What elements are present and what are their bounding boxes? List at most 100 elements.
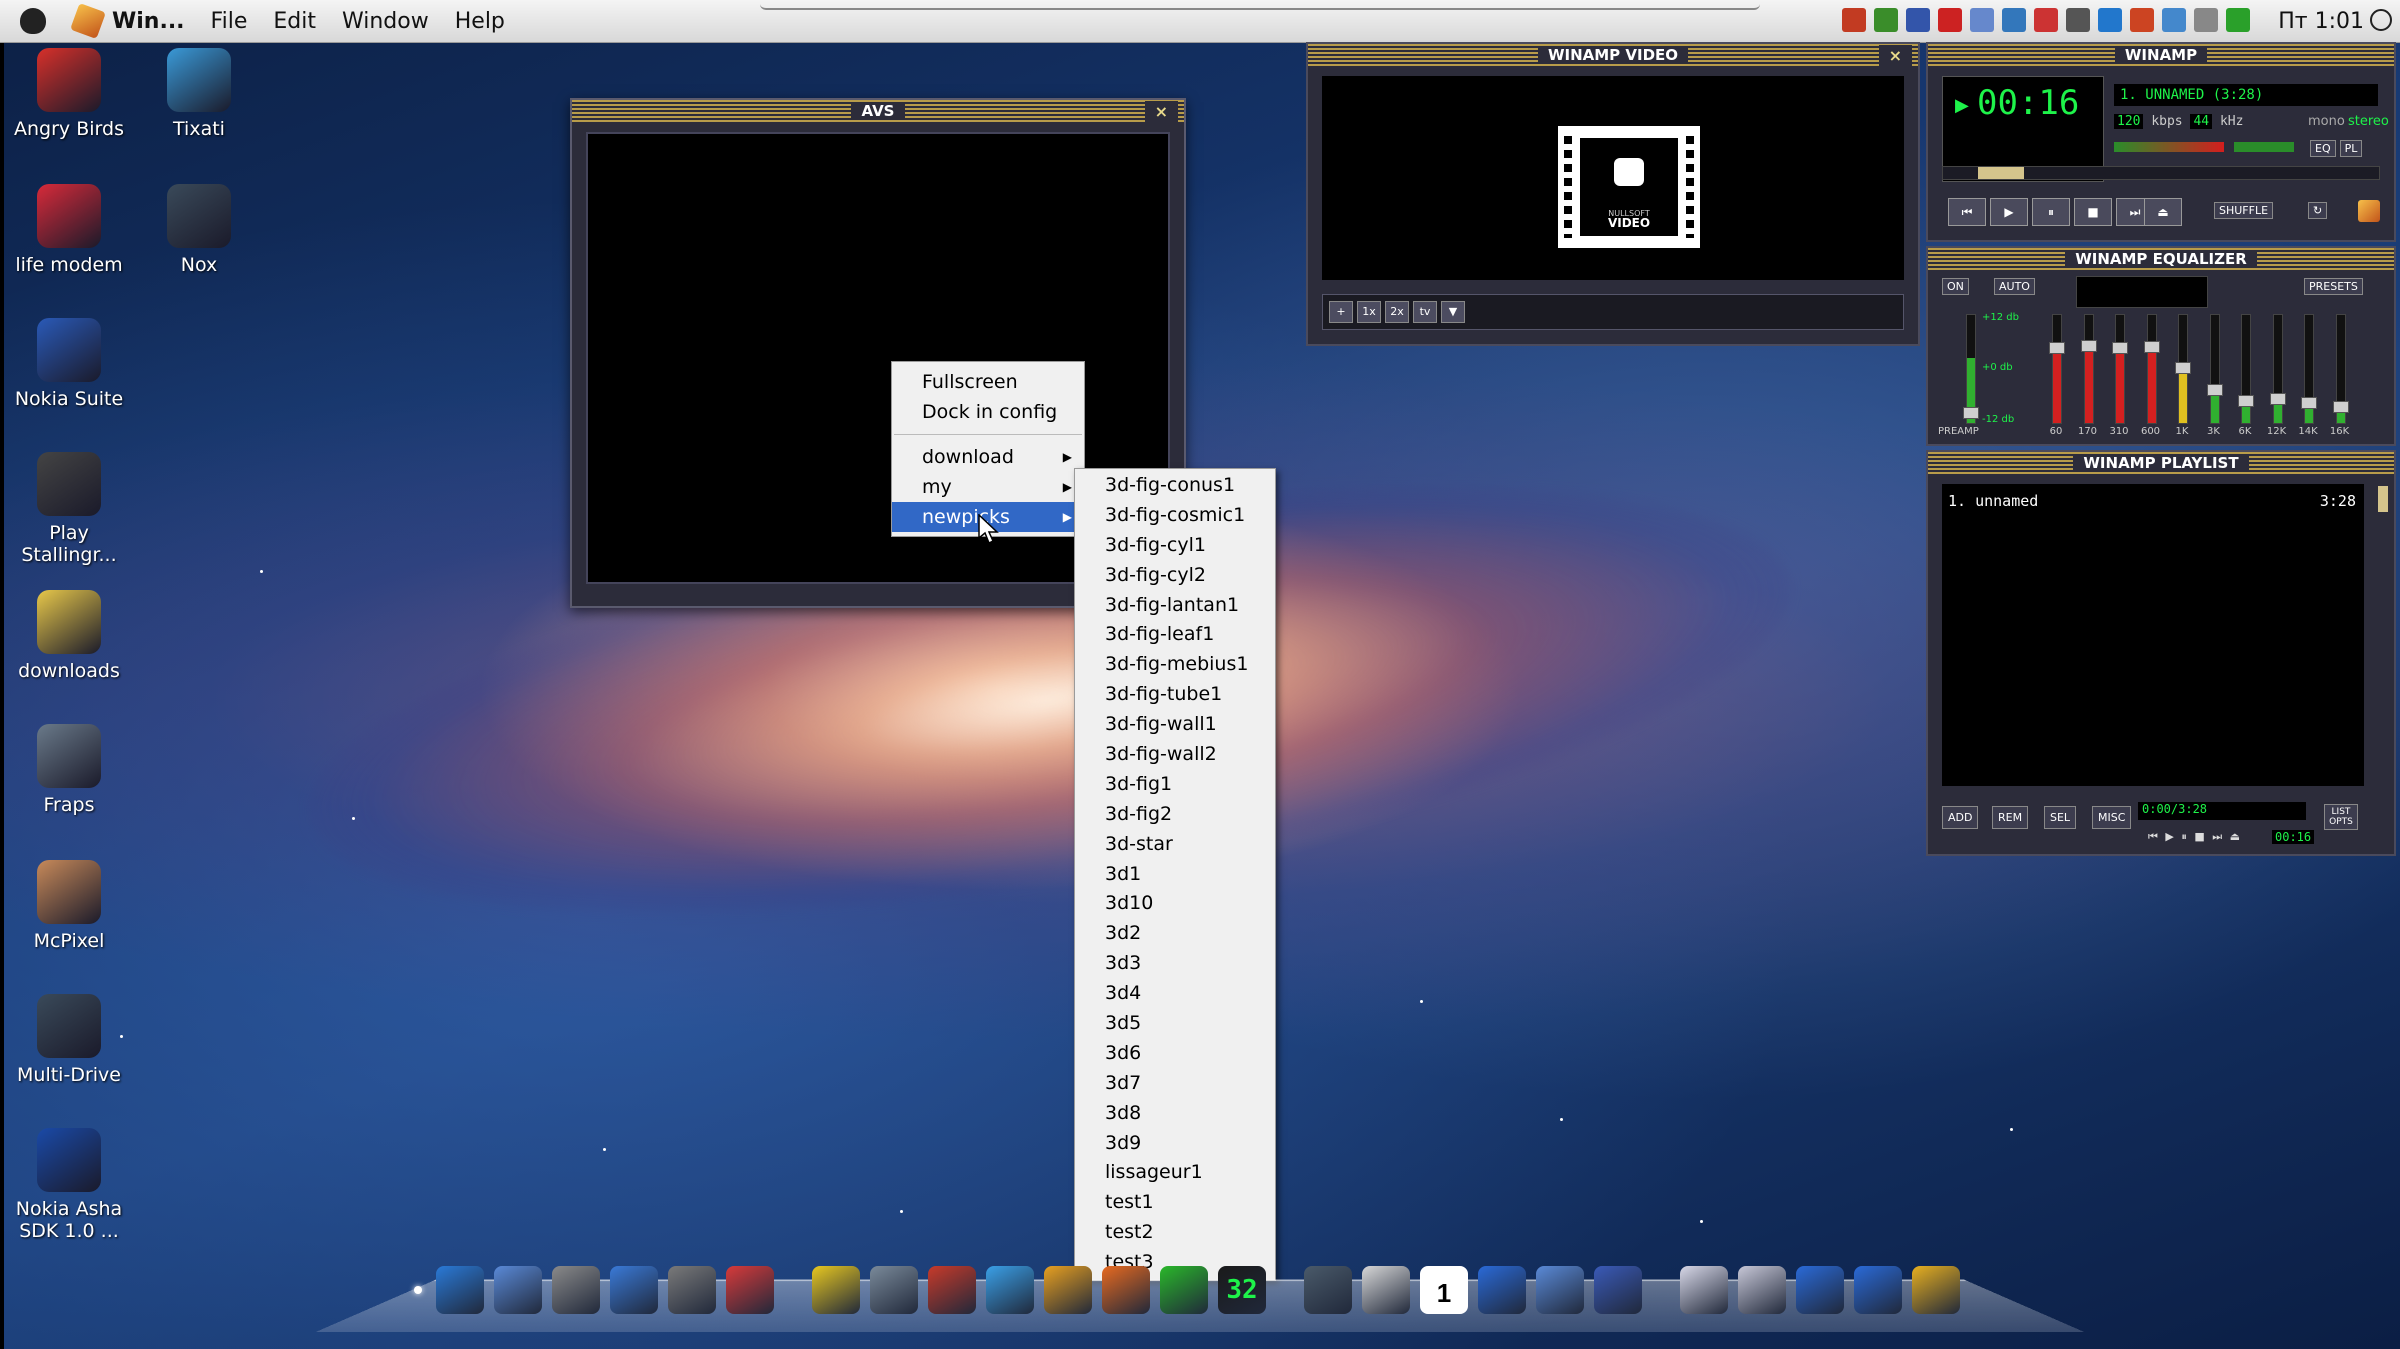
dock-app-icon[interactable] xyxy=(1044,1266,1092,1314)
menu-file[interactable]: File xyxy=(211,9,248,34)
submenu-item[interactable]: test2 xyxy=(1075,1218,1275,1248)
menu-item-dock-in-config[interactable]: Dock in config xyxy=(892,397,1084,427)
song-title-display[interactable]: 1. UNNAMED (3:28) xyxy=(2114,84,2378,106)
menu-window[interactable]: Window xyxy=(342,9,429,34)
desktop-icon-life-modem[interactable]: life modem xyxy=(4,184,134,276)
apple-icon[interactable] xyxy=(20,8,46,34)
dock-app-icon[interactable] xyxy=(610,1266,658,1314)
dock-app-icon[interactable] xyxy=(1796,1266,1844,1314)
eq-band-slider[interactable] xyxy=(2206,314,2223,424)
misc-button[interactable]: MISC xyxy=(2092,806,2132,829)
submenu-item[interactable]: 3d-fig-mebius1 xyxy=(1075,650,1275,680)
fullscreen-button[interactable]: + xyxy=(1329,301,1353,323)
dock-app-icon[interactable] xyxy=(1912,1266,1960,1314)
eq-band-knob[interactable] xyxy=(2080,339,2097,352)
dock-app-icon[interactable] xyxy=(1102,1266,1150,1314)
desktop-icon-play-stallingrad[interactable]: Play Stallingr... xyxy=(4,452,134,566)
eq-band-slider[interactable] xyxy=(2238,314,2254,424)
eq-band-knob[interactable] xyxy=(2143,341,2160,354)
submenu-item[interactable]: lissageur1 xyxy=(1075,1158,1275,1188)
preamp-slider[interactable] xyxy=(1963,314,1979,424)
dock-app-icon[interactable] xyxy=(1738,1266,1786,1314)
eq-band-knob[interactable] xyxy=(2332,401,2349,414)
dock-app-icon[interactable] xyxy=(812,1266,860,1314)
tray-icon[interactable] xyxy=(1842,8,1866,32)
dock-app-icon[interactable] xyxy=(668,1266,716,1314)
desktop-icon-tixati[interactable]: Tixati xyxy=(134,48,264,140)
volume-slider[interactable] xyxy=(2114,142,2224,152)
desktop-icon-mcpixel[interactable]: McPixel xyxy=(4,860,134,952)
tray-icon[interactable] xyxy=(1874,8,1898,32)
dock-app-icon[interactable] xyxy=(436,1266,484,1314)
submenu-item[interactable]: 3d4 xyxy=(1075,979,1275,1009)
desktop-icon-angry-birds[interactable]: Angry Birds xyxy=(4,48,134,140)
tray-icon[interactable] xyxy=(2098,8,2122,32)
eq-band-knob[interactable] xyxy=(2049,342,2065,355)
dock-app-icon[interactable] xyxy=(1536,1266,1584,1314)
eq-band-slider[interactable] xyxy=(2143,314,2160,424)
dock-app-icon[interactable] xyxy=(1680,1266,1728,1314)
shuffle-button[interactable]: SHUFFLE xyxy=(2214,202,2274,219)
pl-toggle-button[interactable]: PL xyxy=(2339,140,2363,157)
play-button[interactable]: ▶ xyxy=(1990,198,2028,226)
equalizer-titlebar[interactable]: WINAMP EQUALIZER xyxy=(1928,248,2394,270)
eq-band-knob[interactable] xyxy=(2175,362,2191,375)
dock-calendar-icon[interactable]: 1 xyxy=(1420,1266,1468,1314)
eq-band-knob[interactable] xyxy=(2238,395,2254,408)
dock-app-icon[interactable] xyxy=(552,1266,600,1314)
submenu-item[interactable]: 3d-fig-conus1 xyxy=(1075,471,1275,501)
winamp-titlebar[interactable]: WINAMP xyxy=(1928,44,2394,66)
desktop-icon-nokia-asha-sdk[interactable]: Nokia Asha SDK 1.0 ... xyxy=(4,1128,134,1242)
submenu-item[interactable]: 3d10 xyxy=(1075,889,1275,919)
dropdown-button[interactable]: ▼ xyxy=(1441,301,1465,323)
eq-band-slider[interactable] xyxy=(2269,314,2286,424)
menu-item-fullscreen[interactable]: Fullscreen xyxy=(892,367,1084,397)
eq-auto-button[interactable]: AUTO xyxy=(1994,278,2035,295)
dock-app-icon[interactable] xyxy=(1160,1266,1208,1314)
submenu-item[interactable]: 3d2 xyxy=(1075,919,1275,949)
repeat-button[interactable]: ↻ xyxy=(2308,202,2328,219)
zoom-2x-button[interactable]: 2x xyxy=(1385,301,1409,323)
desktop-icon-multi-drive[interactable]: Multi-Drive xyxy=(4,994,134,1086)
dock-app-icon[interactable] xyxy=(928,1266,976,1314)
dock-app-icon[interactable] xyxy=(1362,1266,1410,1314)
dock-app-icon[interactable] xyxy=(494,1266,542,1314)
dock-app-icon[interactable] xyxy=(1594,1266,1642,1314)
presets-button[interactable]: PRESETS xyxy=(2304,278,2363,295)
eq-band-knob[interactable] xyxy=(2206,383,2223,396)
playlist-titlebar[interactable]: WINAMP PLAYLIST xyxy=(1928,452,2394,474)
submenu-item[interactable]: 3d-fig-lantan1 xyxy=(1075,591,1275,621)
eq-band-knob[interactable] xyxy=(2112,342,2128,355)
close-icon[interactable]: × xyxy=(1878,45,1912,67)
list-options-button[interactable]: LIST OPTS xyxy=(2324,804,2358,830)
eject-button[interactable]: ⏏ xyxy=(2144,198,2182,226)
submenu-item[interactable]: 3d-fig-cyl2 xyxy=(1075,561,1275,591)
eq-band-knob[interactable] xyxy=(2269,393,2286,406)
pause-button[interactable]: ⏸ xyxy=(2032,198,2070,226)
tray-icon[interactable] xyxy=(2002,8,2026,32)
app-name[interactable]: Win... xyxy=(112,9,185,34)
submenu-item[interactable]: 3d-fig-cosmic1 xyxy=(1075,501,1275,531)
submenu-item[interactable]: 3d8 xyxy=(1075,1099,1275,1129)
seek-thumb[interactable] xyxy=(1977,167,2024,179)
menu-item-download[interactable]: download ▶ xyxy=(892,442,1084,472)
dock-app-icon[interactable] xyxy=(1854,1266,1902,1314)
previous-button[interactable]: ⏮ xyxy=(1948,198,1986,226)
menu-edit[interactable]: Edit xyxy=(273,9,316,34)
add-button[interactable]: ADD xyxy=(1942,806,1979,829)
preamp-knob[interactable] xyxy=(1963,407,1979,419)
submenu-item[interactable]: 3d7 xyxy=(1075,1069,1275,1099)
submenu-item[interactable]: 3d-fig-cyl1 xyxy=(1075,531,1275,561)
tray-icon[interactable] xyxy=(2226,8,2250,32)
eq-toggle-button[interactable]: EQ xyxy=(2310,140,2336,157)
video-titlebar[interactable]: WINAMP VIDEO × xyxy=(1308,44,1918,67)
playlist-item[interactable]: 1. unnamed 3:28 xyxy=(1948,492,2356,510)
desktop-icon-downloads[interactable]: downloads xyxy=(4,590,134,682)
eq-band-slider[interactable] xyxy=(2332,314,2349,424)
submenu-item[interactable]: 3d-fig2 xyxy=(1075,800,1275,830)
menubar-clock[interactable]: Пт 1:01 xyxy=(2278,9,2364,34)
tray-icon[interactable] xyxy=(2162,8,2186,32)
video-display[interactable]: NULLSOFT VIDEO xyxy=(1322,76,1904,280)
dock-app-icon[interactable] xyxy=(1478,1266,1526,1314)
power-icon[interactable] xyxy=(2370,9,2392,31)
